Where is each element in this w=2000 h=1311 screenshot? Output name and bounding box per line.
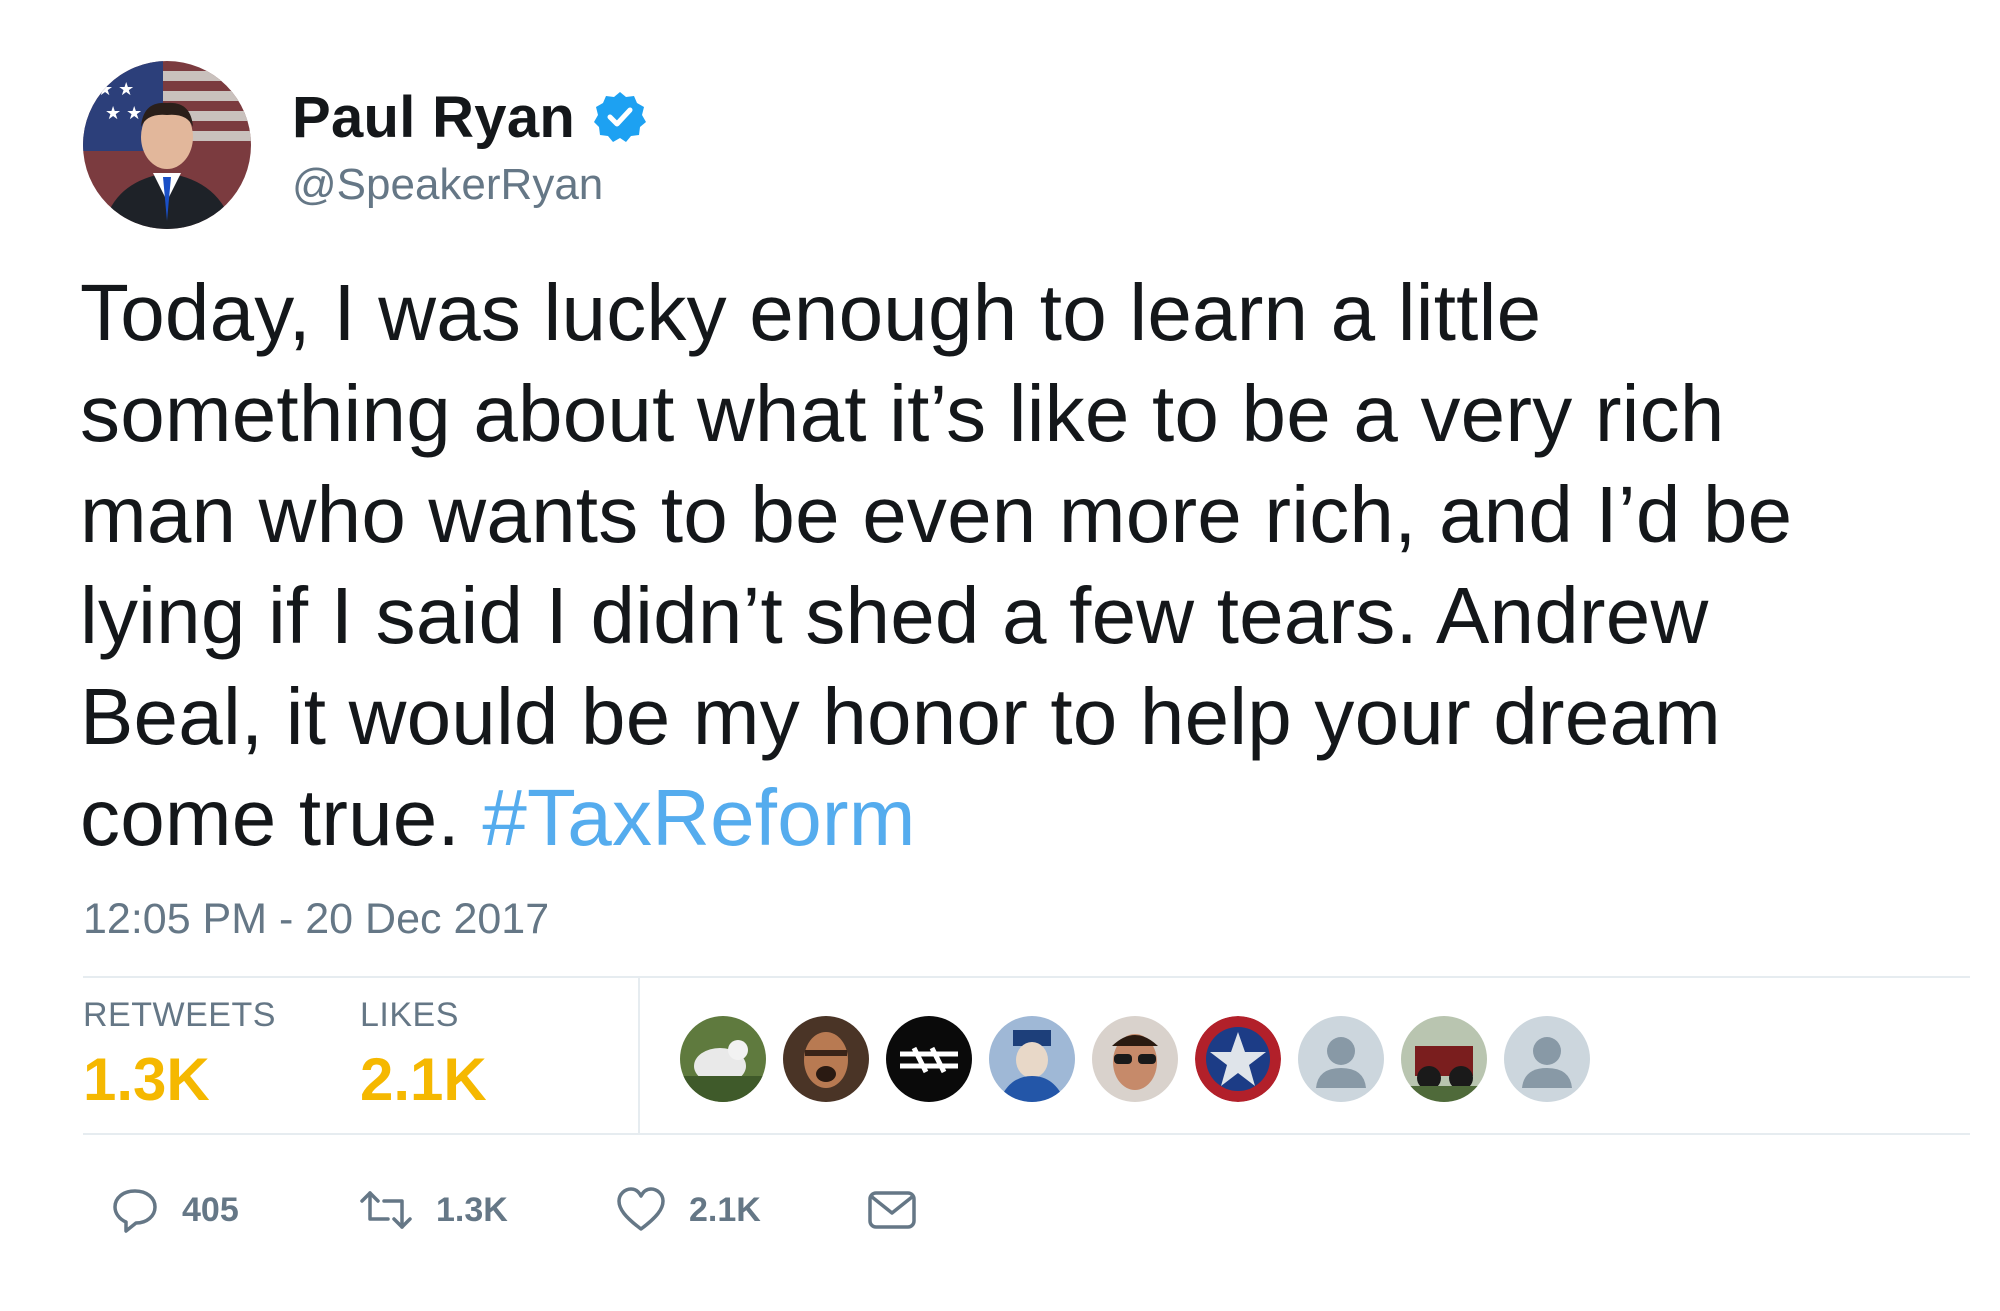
retweet-icon <box>360 1191 412 1229</box>
retweets-label: RETWEETS <box>83 996 276 1034</box>
display-name-row: Paul Ryan <box>292 82 647 152</box>
likers-list <box>680 1016 1607 1102</box>
like-button[interactable]: 2.1K <box>615 1180 761 1240</box>
tweet-timestamp[interactable]: 12:05 PM - 20 Dec 2017 <box>83 895 549 944</box>
tweet-text-line: man who wants to be even more rich, and … <box>80 470 1793 559</box>
like-count: 2.1K <box>689 1190 761 1229</box>
svg-text:★ ★: ★ ★ <box>105 103 142 123</box>
tweet-text-last-line: come true. #TaxReform <box>80 767 1940 868</box>
tweet-text-line: come true. <box>80 773 483 862</box>
envelope-icon <box>868 1191 916 1229</box>
retweets-stat[interactable]: RETWEETS 1.3K <box>83 996 276 1114</box>
reply-icon <box>113 1189 157 1233</box>
tweet-text-line: something about what it’s like to be a v… <box>80 369 1725 458</box>
liker-avatar-photo[interactable] <box>1092 1016 1178 1102</box>
default-avatar-icon[interactable] <box>1298 1016 1384 1102</box>
direct-message-button[interactable] <box>866 1180 918 1240</box>
default-avatar-icon[interactable] <box>1504 1016 1590 1102</box>
tweet-card: ★ ★ ★ ★ Paul Ryan @SpeakerRyan Today, I … <box>0 0 2000 1311</box>
author-avatar[interactable]: ★ ★ ★ ★ <box>83 61 251 229</box>
reply-count: 405 <box>182 1190 239 1229</box>
retweet-count: 1.3K <box>436 1190 508 1229</box>
stats-divider <box>638 976 640 1133</box>
retweet-button[interactable]: 1.3K <box>358 1180 508 1240</box>
liker-avatar-photo[interactable] <box>783 1016 869 1102</box>
heart-icon <box>617 1187 665 1231</box>
divider <box>83 1133 1970 1135</box>
svg-text:★ ★: ★ ★ <box>97 79 134 99</box>
liker-avatar-photo[interactable] <box>680 1016 766 1102</box>
divider <box>83 976 1970 978</box>
likes-label: LIKES <box>360 996 459 1034</box>
liker-avatar-star[interactable] <box>1195 1016 1281 1102</box>
liker-avatar-photo[interactable] <box>989 1016 1075 1102</box>
display-name[interactable]: Paul Ryan <box>292 84 575 151</box>
likes-stat[interactable]: LIKES 2.1K <box>360 996 487 1114</box>
reply-button[interactable]: 405 <box>110 1180 239 1240</box>
author-info: Paul Ryan @SpeakerRyan <box>292 82 647 210</box>
tweet-text-line: Beal, it would be my honor to help your … <box>80 672 1721 761</box>
tweet-text-line: Today, I was lucky enough to learn a lit… <box>80 268 1542 357</box>
retweets-value: 1.3K <box>83 1046 210 1113</box>
likes-value: 2.1K <box>360 1046 487 1113</box>
hashtag-link[interactable]: #TaxReform <box>482 773 915 862</box>
verified-badge-icon <box>594 92 647 142</box>
author-handle[interactable]: @SpeakerRyan <box>292 160 647 210</box>
liker-avatar-photo[interactable] <box>1401 1016 1487 1102</box>
author-avatar-image: ★ ★ ★ ★ <box>83 61 251 229</box>
liker-avatar-logo[interactable] <box>886 1016 972 1102</box>
tweet-text-line: lying if I said I didn’t shed a few tear… <box>80 571 1709 660</box>
tweet-text: Today, I was lucky enough to learn a lit… <box>80 262 1940 868</box>
